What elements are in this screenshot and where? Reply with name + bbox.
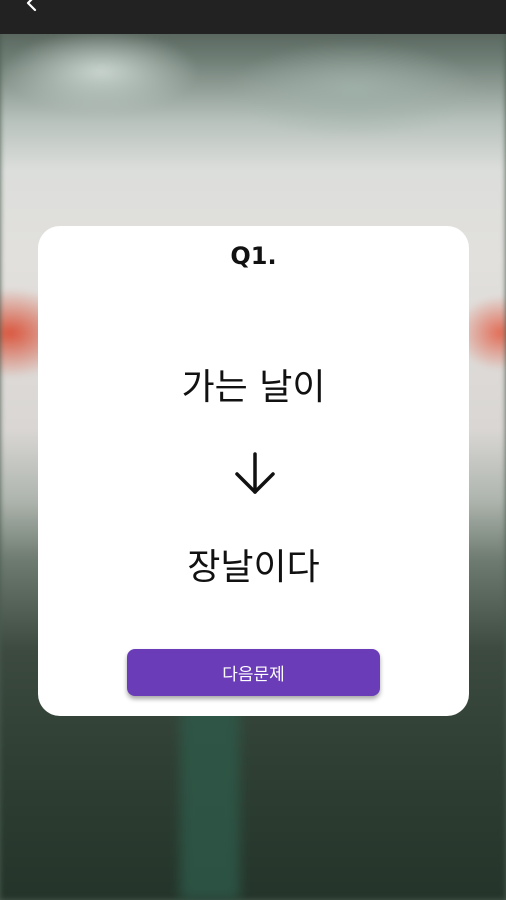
background-post xyxy=(180,700,240,900)
next-question-button[interactable]: 다음문제 xyxy=(127,649,380,696)
quiz-card: Q1. 가는 날이 장날이다 다음문제 xyxy=(38,226,469,716)
proverb-first-half: 가는 날이 xyxy=(181,367,326,408)
proverb-second-half: 장날이다 xyxy=(187,547,320,588)
top-bar xyxy=(0,0,506,34)
chevron-left-icon[interactable] xyxy=(22,0,42,14)
arrow-down-icon xyxy=(235,452,275,494)
question-number: Q1. xyxy=(230,242,277,270)
quiz-screen: Q1. 가는 날이 장날이다 다음문제 xyxy=(0,0,506,900)
